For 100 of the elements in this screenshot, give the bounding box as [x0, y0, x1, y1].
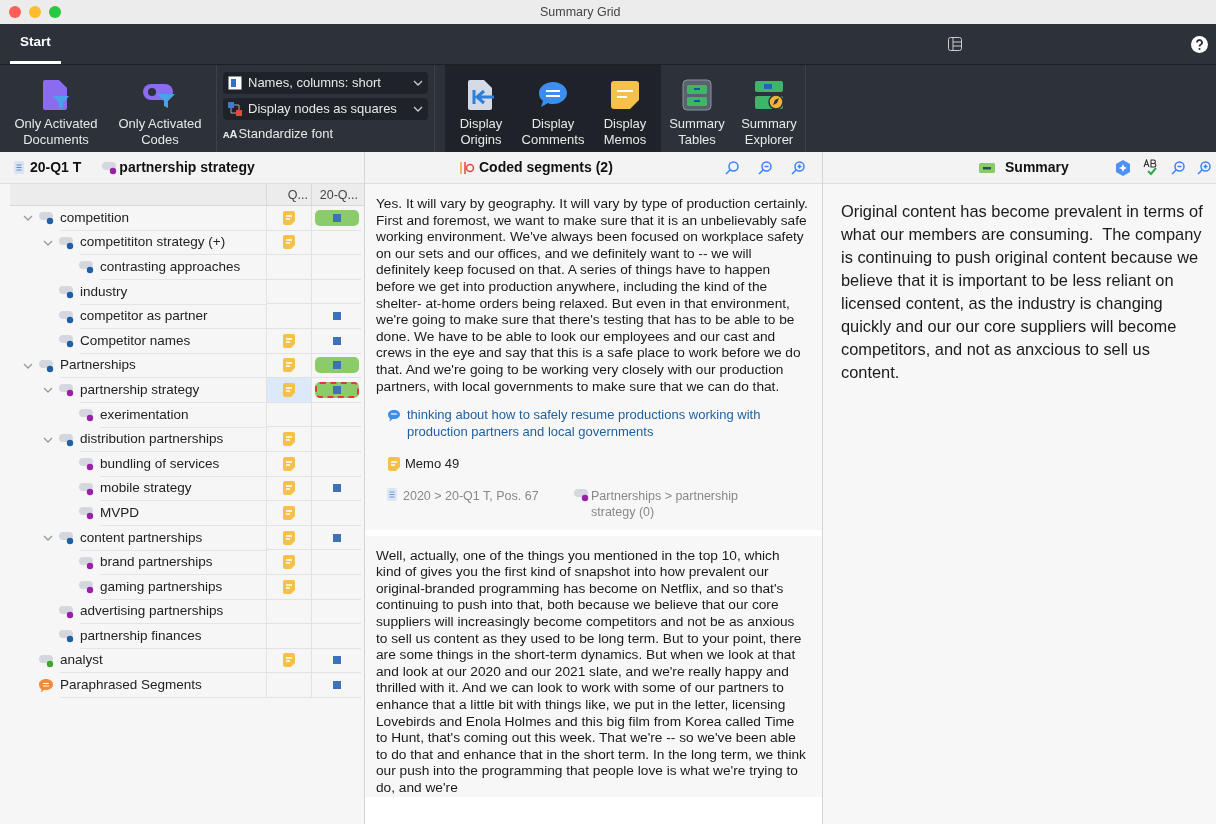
code-name[interactable]: competition [60, 205, 266, 231]
coded-square[interactable] [332, 533, 341, 542]
code-name[interactable]: partnership finances [80, 623, 266, 649]
ribbon-button[interactable]: Summary Tables [661, 65, 733, 152]
coded-square[interactable] [332, 312, 341, 321]
grid-cell[interactable] [311, 402, 361, 428]
summary-text[interactable]: Original content has become prevalent in terms of what our members are consuming. The company is continuing to push original content because we believe that it is important to be less reliant on licensed content, as the industry is changing quickly and our our core suppliers will become competitors, and not as anxcious to sell us content. [823, 184, 1216, 384]
code-name[interactable]: mobile strategy [100, 476, 266, 502]
grid-cell[interactable] [266, 476, 311, 502]
speech-bubble-icon [38, 678, 54, 694]
grid-cell[interactable] [311, 328, 361, 354]
ribbon-button[interactable]: Display Origins [445, 65, 517, 152]
dropdown[interactable]: Display nodes as squares [223, 98, 428, 120]
table-compass-icon [752, 78, 786, 112]
grid-cell[interactable] [266, 550, 311, 575]
memo-title[interactable]: Memo 49 [405, 454, 460, 474]
speech-bubble-icon [387, 409, 401, 423]
grid-cell[interactable] [266, 427, 311, 452]
grid-cell[interactable] [266, 402, 311, 428]
coded-cell[interactable] [314, 357, 359, 374]
code-name[interactable]: Paraphrased Segments [60, 673, 266, 699]
column-icon [228, 76, 242, 90]
ribbon-button[interactable]: Display Memos [589, 65, 661, 152]
chevron-down-icon [413, 78, 423, 88]
grid-cell[interactable] [311, 476, 361, 502]
zoom-out-icon[interactable] [1170, 159, 1186, 176]
zoom-out-icon[interactable] [757, 159, 773, 176]
memo-icon [282, 455, 296, 472]
grid-cell[interactable] [311, 525, 361, 551]
search-icon[interactable] [724, 159, 740, 176]
column-header[interactable]: 20-Q... [311, 184, 361, 205]
code-icon [78, 260, 96, 275]
code-name[interactable]: gaming partnerships [100, 574, 266, 600]
code-name[interactable]: competitor as partner [80, 304, 266, 330]
grid-cell[interactable] [311, 378, 361, 403]
ribbon-button[interactable]: Summary Explorer [733, 65, 805, 152]
grid-cell[interactable] [266, 230, 311, 256]
coded-cell[interactable] [314, 381, 359, 398]
ribbon-button[interactable]: Display Comments [517, 65, 589, 152]
column-header[interactable]: Q... [266, 184, 311, 205]
memo-icon [387, 455, 401, 472]
zoom-button[interactable] [49, 6, 61, 18]
layout-icon[interactable] [948, 37, 962, 51]
code-name[interactable]: competititon strategy (+) [80, 230, 266, 256]
code-icon [58, 383, 76, 398]
code-icon [58, 531, 76, 545]
grid-cell[interactable] [266, 328, 311, 354]
grid-cell[interactable] [266, 378, 311, 403]
assistant-icon[interactable] [1114, 158, 1132, 177]
code-name[interactable]: MVPD [100, 500, 266, 526]
code-name[interactable]: Competitor names [80, 328, 266, 354]
code-name[interactable]: contrasting approaches [100, 255, 266, 280]
coded-square[interactable] [332, 484, 341, 493]
code-name[interactable]: content partnerships [80, 525, 266, 551]
segment-text: Yes. It will vary by geography. It will vary by type of production certainly. First and foremost, we want to make sure that it is an unbelievably safe working environment. We've always been focused on workplace safety on our sets and our offices, and we definitely want to -- we will definitely keep focused on that. A series of things have to happen before we get into production anywhere, including the kind of the shelter- at-home orders being relaxed. But even in that environment, we're going to make sure that there's testing that has to be able to be done. We have to be able to look our employees and our cast and crews in the eye and say that this is a safe place to work before we do that. And we're going to be working very closely with our production partners, with local governments to make sure that we can do that. [376, 196, 808, 396]
spellcheck-icon[interactable] [1142, 158, 1160, 177]
coded-square[interactable] [332, 681, 341, 690]
coded-square[interactable] [332, 656, 341, 665]
segment-comment: thinking about how to safely resume productions working with production partners and local governments [407, 407, 762, 441]
grid-cell[interactable] [311, 673, 361, 698]
memo-icon [282, 357, 296, 374]
code-name[interactable]: industry [80, 279, 266, 305]
coded-segment-icon [459, 159, 475, 176]
code-name[interactable]: brand partnerships [100, 550, 266, 576]
ribbon-button[interactable]: Only Activated Codes [114, 65, 206, 152]
code-name[interactable]: advertising partnerships [80, 599, 266, 625]
memo-icon [282, 209, 296, 226]
ribbon-button[interactable]: Only Activated Documents [10, 65, 102, 152]
standardize-font-button[interactable]: ᴀAStandardize font [223, 124, 428, 144]
coded-square[interactable] [332, 336, 341, 345]
code-name[interactable]: distribution partnerships [80, 427, 266, 453]
grid-cell[interactable] [266, 206, 311, 231]
document-icon [14, 161, 24, 174]
grid-cell[interactable] [266, 574, 311, 600]
zoom-in-icon[interactable] [1196, 159, 1212, 176]
code-icon [38, 358, 56, 373]
grid-cell[interactable] [311, 206, 361, 231]
nodes-icon [228, 102, 242, 116]
grid-cell[interactable] [311, 648, 361, 674]
help-icon[interactable] [1191, 36, 1208, 53]
memo-icon [282, 332, 296, 349]
code-name[interactable]: exerimentation [100, 402, 266, 428]
grid-cell[interactable] [311, 304, 361, 329]
close-button[interactable] [9, 6, 21, 18]
grid-cell[interactable] [311, 353, 361, 379]
code-name[interactable]: Partnerships [60, 353, 266, 379]
code-name[interactable]: bundling of services [100, 451, 266, 477]
grid-cell[interactable] [266, 451, 311, 477]
coded-cell[interactable] [314, 209, 359, 226]
memo-icon [282, 381, 296, 398]
zoom-in-icon[interactable] [790, 159, 806, 176]
grid-cell[interactable] [266, 501, 311, 526]
minimize-button[interactable] [29, 6, 41, 18]
grid-cell[interactable] [266, 525, 311, 551]
summary-icon [979, 162, 995, 173]
memo-icon [282, 578, 296, 595]
dropdown[interactable]: Names, columns: short [223, 72, 428, 94]
memo-icon [282, 234, 296, 251]
code-name[interactable]: analyst [60, 648, 266, 674]
grid-cell[interactable] [266, 648, 311, 674]
